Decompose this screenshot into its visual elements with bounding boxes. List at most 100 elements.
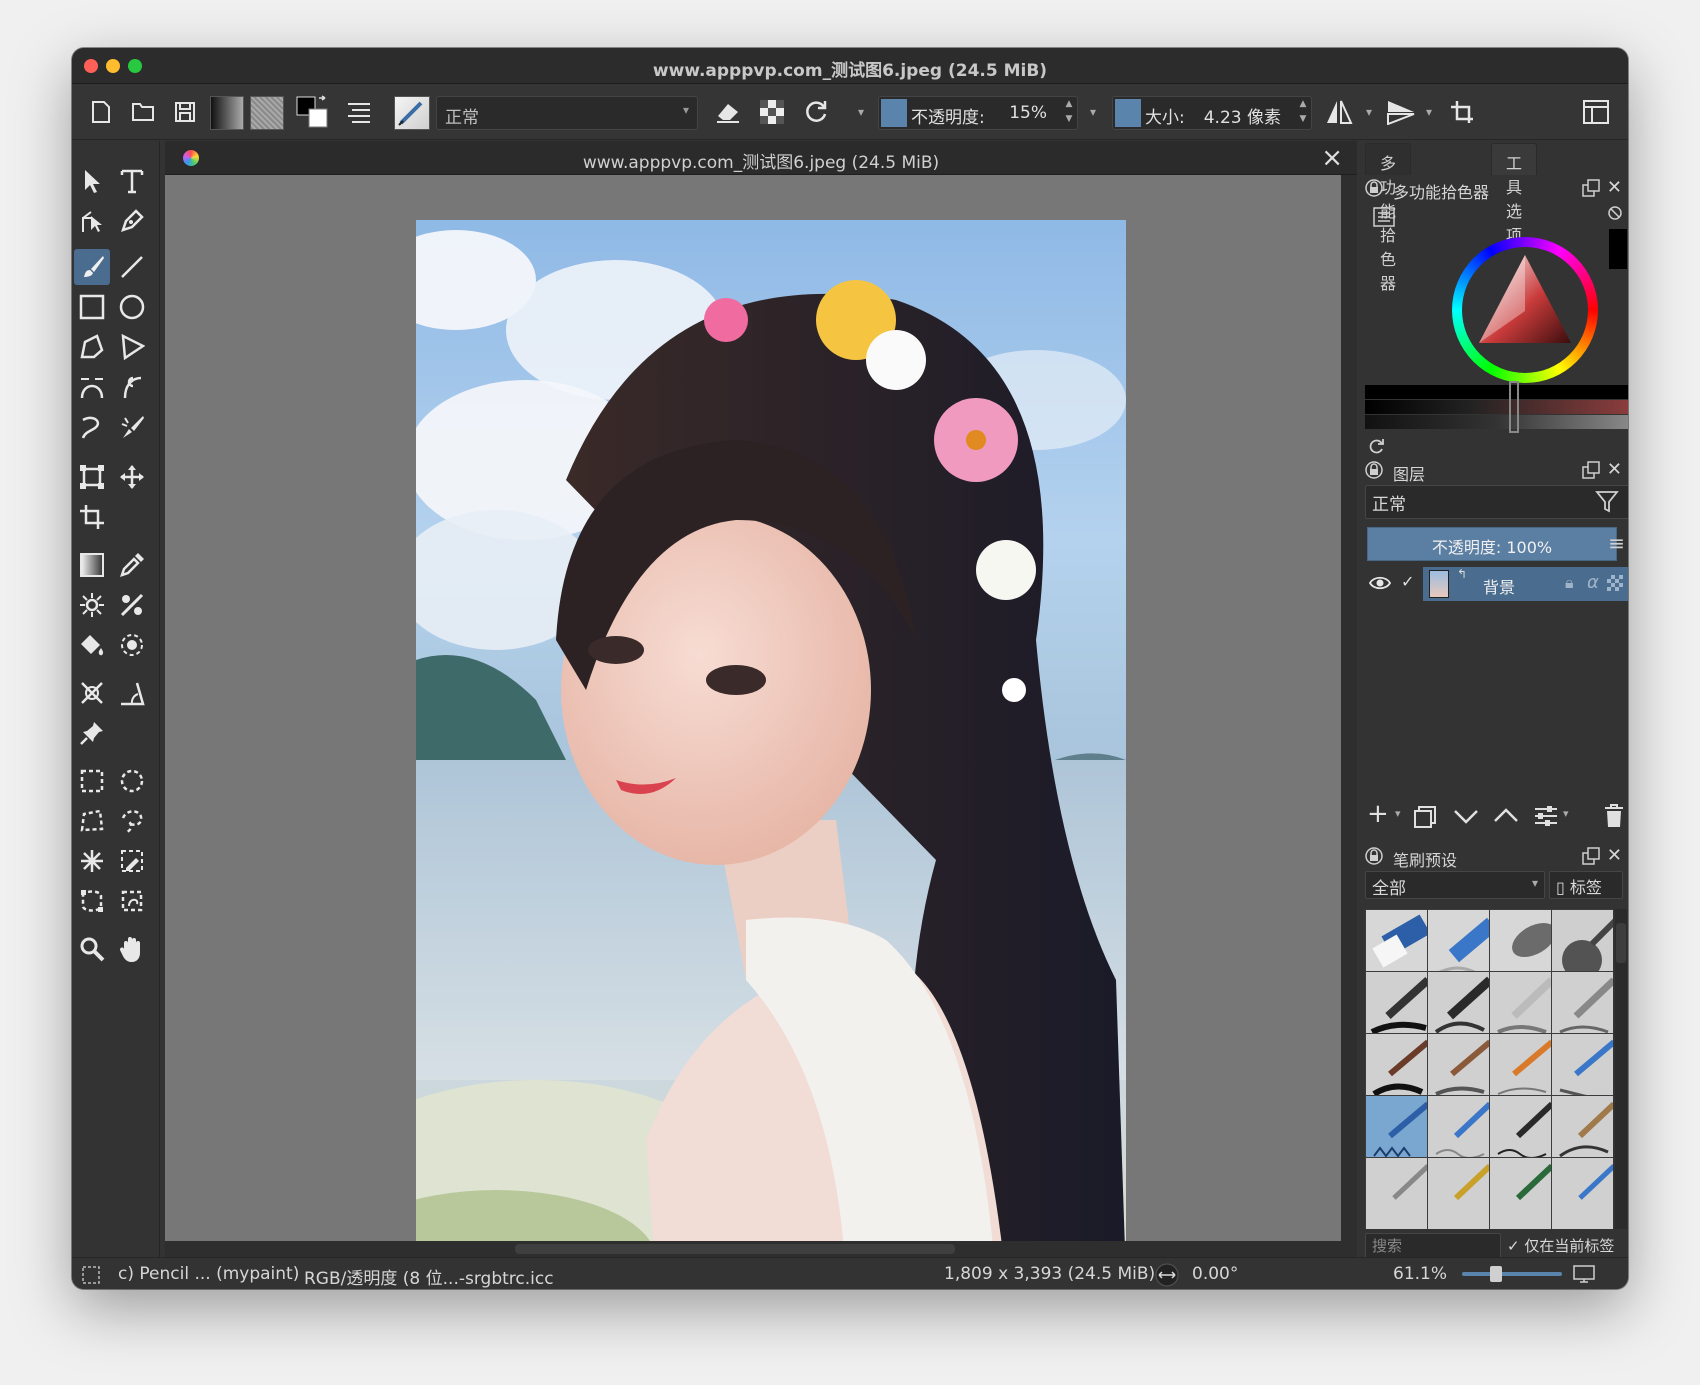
layer-properties-icon[interactable] bbox=[1533, 805, 1559, 831]
workspace-layout-icon[interactable] bbox=[1580, 94, 1612, 130]
mirror-h-dropdown-icon[interactable]: ▾ bbox=[1360, 94, 1378, 130]
gradient-swatch[interactable] bbox=[210, 96, 244, 130]
brush-lock-icon[interactable] bbox=[1365, 847, 1383, 869]
fill-tool-icon[interactable] bbox=[74, 627, 110, 663]
layers-lock-icon[interactable] bbox=[1365, 461, 1383, 483]
rotation-value[interactable]: 0.00° bbox=[1192, 1264, 1238, 1284]
brush-tag-button[interactable]: ▯ 标签 bbox=[1549, 871, 1623, 899]
canvas-horizontal-scrollbar[interactable] bbox=[165, 1241, 1357, 1257]
grey-slider-bar[interactable] bbox=[1365, 415, 1628, 429]
mirror-horizontal-icon[interactable] bbox=[1324, 94, 1354, 130]
assistant-tool-icon[interactable] bbox=[114, 587, 150, 623]
tab-tool-options[interactable]: 工具选项 bbox=[1491, 143, 1538, 245]
value-slider-bar[interactable] bbox=[1365, 400, 1628, 414]
brush-float-icon[interactable] bbox=[1582, 847, 1600, 869]
size-slider[interactable]: 大小: 4.23 像素 ▲ ▼ bbox=[1112, 96, 1312, 130]
brush-settings-icon[interactable] bbox=[344, 94, 374, 130]
layers-close-icon[interactable]: ✕ bbox=[1607, 459, 1622, 480]
color-sampler-tool-icon[interactable] bbox=[114, 547, 150, 583]
layer-filter-icon[interactable] bbox=[1595, 489, 1625, 519]
brush-preset-thumbnail[interactable] bbox=[394, 96, 430, 130]
color-settings-icon[interactable] bbox=[1373, 207, 1395, 231]
bezier-curve-tool-icon[interactable] bbox=[74, 369, 110, 405]
similar-color-select-tool-icon[interactable] bbox=[114, 843, 150, 879]
close-panel-icon[interactable]: ✕ bbox=[1607, 177, 1622, 198]
magic-wand-select-tool-icon[interactable] bbox=[74, 843, 110, 879]
layer-menu-icon[interactable]: ≡ bbox=[1599, 531, 1625, 555]
color-panel-scrollbar[interactable] bbox=[1609, 229, 1627, 269]
fullscreen-icon[interactable] bbox=[1572, 1264, 1596, 1289]
move-layer-down-icon[interactable] bbox=[1453, 805, 1479, 831]
duplicate-layer-icon[interactable] bbox=[1413, 805, 1437, 833]
float-panel-icon[interactable] bbox=[1582, 179, 1600, 201]
bezier-select-tool-icon[interactable] bbox=[74, 883, 110, 919]
preset-pen-8-icon[interactable] bbox=[1551, 1157, 1613, 1229]
reference-pin-tool-icon[interactable] bbox=[74, 715, 110, 751]
angle-tool-icon[interactable] bbox=[114, 675, 150, 711]
add-layer-dropdown-icon[interactable]: ▾ bbox=[1395, 807, 1401, 820]
layer-blend-mode-select[interactable]: 正常 ▾ bbox=[1365, 485, 1628, 519]
polyline-tool-icon[interactable] bbox=[114, 329, 150, 365]
tab-color-selector[interactable]: 多功能拾色器 bbox=[1365, 143, 1412, 293]
open-folder-icon[interactable] bbox=[128, 94, 158, 130]
ellipse-select-tool-icon[interactable] bbox=[114, 763, 150, 799]
mirror-vertical-icon[interactable] bbox=[1384, 94, 1418, 130]
move-tool-icon[interactable] bbox=[114, 459, 150, 495]
layer-lock-icon[interactable]: 🔒︎ bbox=[1565, 573, 1574, 593]
gradient-tool-icon[interactable] bbox=[74, 547, 110, 583]
text-tool-icon[interactable] bbox=[114, 163, 150, 199]
document-tab[interactable]: www.apppvp.com_测试图6.jpeg (24.5 MiB) × bbox=[165, 141, 1357, 175]
reload-dropdown-icon[interactable]: ▾ bbox=[852, 94, 870, 130]
alpha-lock-icon[interactable]: α bbox=[1587, 572, 1599, 593]
color-space-status[interactable]: RGB/透明度 (8 位...-srgbtrc.icc bbox=[304, 1264, 554, 1289]
zoom-slider-handle[interactable] bbox=[1490, 1266, 1502, 1282]
select-shapes-tool-icon[interactable] bbox=[74, 163, 110, 199]
horizontal-scrollbar-thumb[interactable] bbox=[515, 1244, 955, 1254]
pan-tool-icon[interactable] bbox=[114, 931, 150, 967]
layer-opacity-slider[interactable]: 不透明度: 100% bbox=[1367, 527, 1617, 561]
save-icon[interactable] bbox=[170, 94, 200, 130]
layer-checkbox-icon[interactable]: ✓ bbox=[1401, 572, 1414, 591]
zoom-value[interactable]: 61.1% bbox=[1393, 1264, 1447, 1284]
delete-layer-icon[interactable] bbox=[1603, 803, 1625, 833]
slider-handle[interactable] bbox=[1509, 381, 1519, 433]
new-document-icon[interactable] bbox=[86, 94, 116, 130]
layer-row[interactable]: ✓ ↰ 背景 🔒︎ α bbox=[1365, 567, 1628, 601]
brush-close-icon[interactable]: ✕ bbox=[1607, 845, 1622, 866]
reset-color-icon[interactable] bbox=[1367, 437, 1385, 459]
measure-tool-icon[interactable] bbox=[74, 675, 110, 711]
freehand-select-tool-icon[interactable] bbox=[114, 803, 150, 839]
rect-select-tool-icon[interactable] bbox=[74, 763, 110, 799]
enclose-fill-tool-icon[interactable] bbox=[114, 627, 150, 663]
dynamic-brush-tool-icon[interactable] bbox=[74, 409, 110, 445]
fg-bg-colors-icon[interactable] bbox=[294, 94, 330, 130]
layer-visibility-icon[interactable] bbox=[1368, 574, 1392, 596]
polygon-select-tool-icon[interactable] bbox=[74, 803, 110, 839]
opacity-spinner[interactable]: ▲ ▼ bbox=[1061, 97, 1077, 129]
brush-grid-scrollbar[interactable] bbox=[1615, 909, 1627, 1229]
magnetic-select-tool-icon[interactable] bbox=[114, 883, 150, 919]
size-spinner[interactable]: ▲ ▼ bbox=[1295, 97, 1311, 129]
canvas-image[interactable] bbox=[416, 220, 1126, 1280]
rotation-icon[interactable] bbox=[1154, 1262, 1180, 1289]
wrap-around-icon[interactable] bbox=[1446, 94, 1478, 130]
freehand-path-tool-icon[interactable] bbox=[114, 369, 150, 405]
preserve-alpha-icon[interactable] bbox=[756, 94, 788, 130]
multibrush-tool-icon[interactable] bbox=[114, 409, 150, 445]
current-brush-status[interactable]: c) Pencil ... (mypaint) bbox=[118, 1264, 299, 1284]
edit-shapes-tool-icon[interactable] bbox=[74, 203, 110, 239]
rectangle-tool-icon[interactable] bbox=[74, 289, 110, 325]
eraser-mode-icon[interactable] bbox=[712, 94, 744, 130]
opacity-dropdown-icon[interactable]: ▾ bbox=[1084, 94, 1102, 130]
brush-search-input[interactable]: 搜索 bbox=[1365, 1233, 1501, 1259]
canvas-vertical-scrollbar[interactable] bbox=[1341, 175, 1357, 1241]
layer-properties-dropdown-icon[interactable]: ▾ bbox=[1563, 807, 1569, 820]
brush-filter-select[interactable]: 全部 ▾ bbox=[1365, 871, 1545, 899]
close-document-icon[interactable]: × bbox=[1321, 143, 1343, 173]
crop-tool-icon[interactable] bbox=[74, 499, 110, 535]
add-layer-icon[interactable]: + bbox=[1367, 799, 1389, 829]
saturation-value-triangle[interactable] bbox=[1475, 251, 1575, 347]
freehand-brush-tool-icon[interactable] bbox=[74, 249, 110, 285]
ellipse-tool-icon[interactable] bbox=[114, 289, 150, 325]
blend-mode-select[interactable]: 正常 ▾ bbox=[436, 96, 698, 130]
